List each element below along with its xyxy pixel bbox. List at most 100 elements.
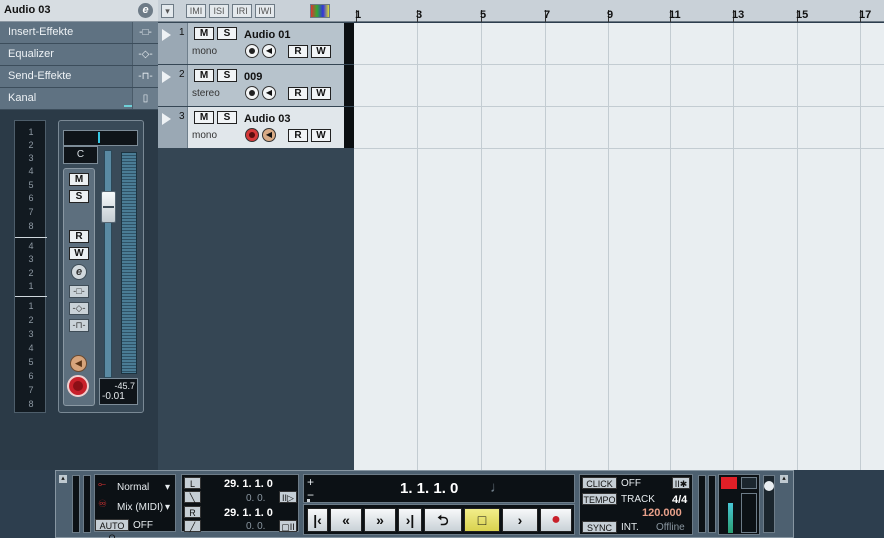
monitor-icon[interactable]: ◀ xyxy=(262,128,276,142)
stop-button[interactable]: □ xyxy=(464,508,500,532)
clip-indicator[interactable] xyxy=(721,477,737,489)
record-button[interactable]: ● xyxy=(540,508,572,532)
chevron-down-icon[interactable]: ▾ xyxy=(165,482,170,493)
play-button[interactable]: › xyxy=(502,508,538,532)
arrange-grid[interactable] xyxy=(354,23,884,470)
click-settings-icon[interactable]: II✱ xyxy=(672,477,690,489)
track-read-button[interactable]: R xyxy=(288,129,308,142)
track-write-button[interactable]: W xyxy=(311,129,331,142)
track-read-button[interactable]: R xyxy=(288,87,308,100)
right-locator-value[interactable]: 29. 1. 1. 0 xyxy=(224,507,273,519)
position-slider-handle[interactable] xyxy=(307,499,310,502)
auto-quantize-label[interactable]: AUTO Q xyxy=(95,519,129,538)
eq-icon[interactable]: -◇- xyxy=(132,44,158,65)
send-icon[interactable]: -⊓- xyxy=(132,66,158,87)
track-mute-button[interactable]: M xyxy=(194,27,214,40)
go-to-start-button[interactable]: |‹ xyxy=(307,508,328,532)
track-read-button[interactable]: R xyxy=(288,45,308,58)
bypass-insert-icon[interactable]: -□- xyxy=(69,285,89,298)
rewind-button[interactable]: « xyxy=(330,508,362,532)
channel-mute-button[interactable]: M xyxy=(69,173,89,186)
post-roll-icon[interactable]: ▢II xyxy=(279,520,297,532)
monitor-speaker-icon[interactable]: ◀ xyxy=(70,355,87,372)
track-mute-button[interactable]: M xyxy=(194,111,214,124)
channel-solo-button[interactable]: S xyxy=(69,190,89,203)
pre-roll-icon[interactable]: II▷ xyxy=(279,491,297,503)
track-write-button[interactable]: W xyxy=(311,45,331,58)
input-level-meter xyxy=(83,475,91,533)
channel-edit-icon[interactable]: e xyxy=(71,264,87,280)
channel-icon[interactable]: ▯ xyxy=(132,88,158,109)
song-position[interactable]: 1. 1. 1. 0 xyxy=(400,480,458,497)
record-enable-icon[interactable] xyxy=(245,128,259,142)
fader-value[interactable]: -0.01 xyxy=(100,391,135,402)
channel-write-button[interactable]: W xyxy=(69,247,89,260)
record-enable-button[interactable] xyxy=(67,375,89,397)
cycle-record-mode[interactable]: Mix (MIDI) xyxy=(117,502,163,513)
pan-control[interactable] xyxy=(63,130,138,146)
sync-label[interactable]: SYNC xyxy=(582,521,617,533)
track-row[interactable]: 2 M S 009 stereo ◀ R W xyxy=(158,65,354,106)
track-name[interactable]: Audio 03 xyxy=(244,113,290,125)
global-read-toggle[interactable]: IRI xyxy=(232,4,252,18)
clip-indicator[interactable] xyxy=(741,477,757,489)
tempo-value[interactable]: 120.000 xyxy=(642,507,682,519)
expand-icon[interactable]: ▴ xyxy=(780,475,788,483)
inspector-section-equalizer[interactable]: Equalizer -◇- xyxy=(0,44,158,66)
record-enable-icon[interactable] xyxy=(245,44,259,58)
track-write-button[interactable]: W xyxy=(311,87,331,100)
grid-line xyxy=(797,23,798,470)
monitor-icon[interactable]: ◀ xyxy=(262,44,276,58)
track-color-icon[interactable] xyxy=(310,4,330,18)
inspector-section-insert[interactable]: Insert-Effekte -□- xyxy=(0,22,158,44)
global-write-toggle[interactable]: IWI xyxy=(255,4,275,18)
inspector-section-send[interactable]: Send-Effekte -⊓- xyxy=(0,66,158,88)
channel-read-button[interactable]: R xyxy=(69,230,89,243)
fast-forward-button[interactable]: » xyxy=(364,508,396,532)
note-icon[interactable]: ♩ xyxy=(490,479,505,496)
record-enable-icon[interactable] xyxy=(245,86,259,100)
bypass-send-icon[interactable]: -⊓- xyxy=(69,319,89,332)
collapse-icon[interactable]: ▾ xyxy=(161,4,174,18)
track-name[interactable]: 009 xyxy=(244,71,262,83)
volume-fader-handle[interactable] xyxy=(101,191,116,223)
track-name[interactable]: Audio 01 xyxy=(244,29,290,41)
go-to-end-button[interactable]: ›| xyxy=(398,508,422,532)
punch-out-icon[interactable]: ╱ xyxy=(184,520,201,532)
track-row-selected[interactable]: 3 M S Audio 03 mono ◀ R W xyxy=(158,107,354,148)
bar-ruler[interactable]: 1 3 5 7 9 11 13 15 17 xyxy=(354,0,884,22)
inspector-section-kanal[interactable]: Kanal ▯ xyxy=(0,88,158,110)
track-solo-button[interactable]: S xyxy=(217,111,237,124)
position-display[interactable]: + − 1. 1. 1. 0 ♩ xyxy=(303,474,575,503)
cycle-button[interactable]: ⮌ xyxy=(424,508,462,532)
tempo-label[interactable]: TEMPO xyxy=(582,493,617,505)
expand-track-icon[interactable] xyxy=(162,29,171,41)
edit-channel-icon[interactable]: e xyxy=(138,3,153,18)
right-locator-label[interactable]: R xyxy=(184,506,201,518)
expand-track-icon[interactable] xyxy=(162,71,171,83)
record-mode[interactable]: Normal xyxy=(117,482,149,493)
track-mute-button[interactable]: M xyxy=(194,69,214,82)
monitor-icon[interactable]: ◀ xyxy=(262,86,276,100)
chevron-down-icon[interactable]: ▾ xyxy=(165,502,170,513)
left-locator-value[interactable]: 29. 1. 1. 0 xyxy=(224,478,273,490)
expand-track-icon[interactable] xyxy=(162,113,171,125)
insert-icon[interactable]: -□- xyxy=(132,22,158,43)
master-volume-handle[interactable] xyxy=(764,481,774,491)
nudge-plus-icon[interactable]: + xyxy=(307,475,314,489)
bypass-eq-icon[interactable]: -◇- xyxy=(69,302,89,315)
grid-line xyxy=(670,23,671,470)
inspector-title-bar[interactable]: Audio 03 e xyxy=(0,0,158,22)
pan-value[interactable]: C xyxy=(63,146,98,164)
left-locator-label[interactable]: L xyxy=(184,477,201,489)
time-signature[interactable]: 4/4 xyxy=(672,494,687,506)
expand-icon[interactable]: ▴ xyxy=(59,475,67,483)
global-solo-toggle[interactable]: ISI xyxy=(209,4,229,18)
volume-fader-track[interactable] xyxy=(104,150,112,378)
global-mute-toggle[interactable]: IMI xyxy=(186,4,206,18)
track-solo-button[interactable]: S xyxy=(217,69,237,82)
punch-in-icon[interactable]: ╲ xyxy=(184,491,201,503)
track-row[interactable]: 1 M S Audio 01 mono ◀ R W xyxy=(158,23,354,64)
click-label[interactable]: CLICK xyxy=(582,477,617,489)
track-solo-button[interactable]: S xyxy=(217,27,237,40)
